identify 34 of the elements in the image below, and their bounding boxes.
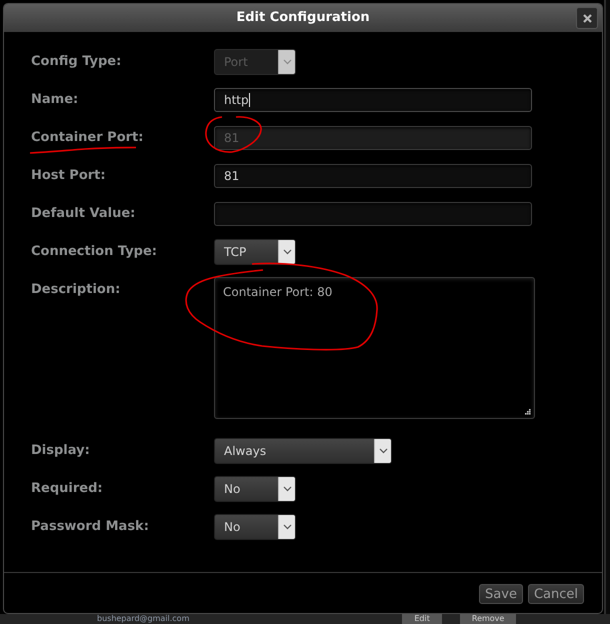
field-label: Connection Type: bbox=[31, 245, 158, 259]
dialog-button[interactable]: Save bbox=[479, 584, 523, 604]
field-label: Required: bbox=[31, 482, 103, 496]
hand-drawn-circle-mark bbox=[205, 116, 262, 153]
text-field[interactable] bbox=[214, 202, 532, 226]
dialog-title: Edit Configuration bbox=[236, 9, 370, 28]
text-field[interactable]: 81 bbox=[214, 164, 532, 188]
dialog-button[interactable]: Cancel bbox=[528, 584, 584, 604]
text-cursor-icon bbox=[248, 93, 250, 107]
field-label: Password Mask: bbox=[31, 520, 149, 534]
field-label: Description: bbox=[31, 283, 120, 297]
chevron-icon bbox=[278, 515, 295, 539]
field-label: Default Value: bbox=[31, 207, 136, 221]
page-button[interactable]: Edit bbox=[402, 614, 442, 624]
dropdown[interactable]: No bbox=[214, 476, 296, 502]
chevron-icon bbox=[278, 50, 295, 74]
field-label: Container Port: bbox=[31, 131, 144, 145]
close-button[interactable] bbox=[576, 7, 598, 29]
dropdown[interactable]: Always bbox=[214, 438, 392, 464]
field-label: Config Type: bbox=[31, 55, 122, 69]
chevron-icon bbox=[278, 240, 295, 264]
text-field[interactable]: http bbox=[214, 88, 532, 112]
dropdown[interactable]: No bbox=[214, 514, 296, 540]
dropdown[interactable]: TCP bbox=[214, 239, 296, 265]
field-label: Name: bbox=[31, 93, 78, 107]
resize-grip-icon[interactable] bbox=[525, 409, 531, 415]
text-area[interactable]: Container Port: 80 bbox=[214, 277, 535, 419]
close-icon bbox=[582, 14, 592, 22]
page-button[interactable]: Remove bbox=[460, 614, 516, 624]
field-label: Display: bbox=[31, 444, 90, 458]
chevron-icon bbox=[374, 439, 391, 463]
email-text: bushepard@gmail.com bbox=[97, 614, 190, 624]
field-label: Host Port: bbox=[31, 169, 106, 183]
chevron-icon bbox=[278, 477, 295, 501]
